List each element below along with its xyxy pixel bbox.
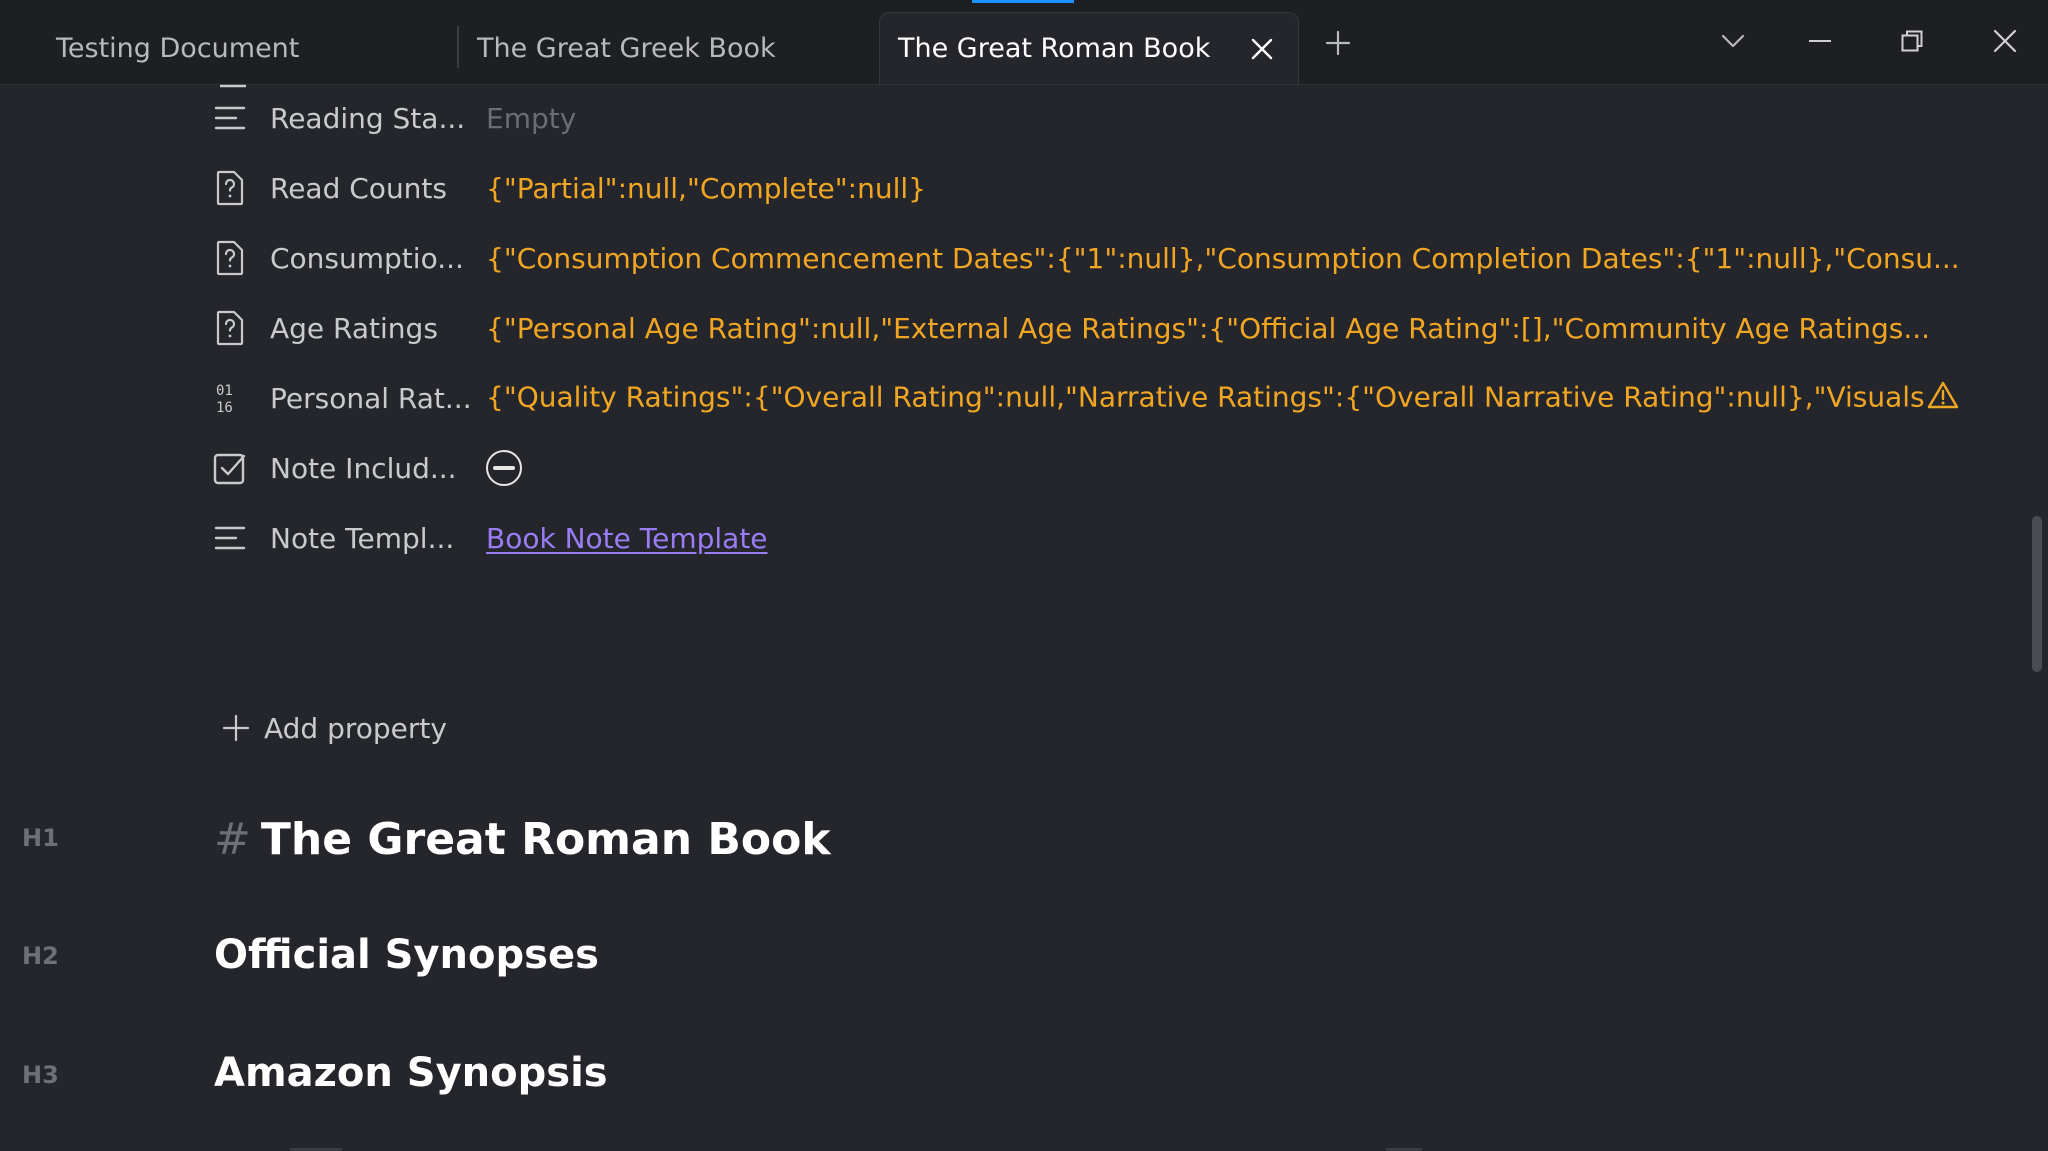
tab-label: Testing Document	[56, 32, 300, 64]
lines-icon	[210, 518, 250, 558]
property-value-text: {"Quality Ratings":{"Overall Rating":nul…	[486, 380, 1925, 413]
property-value[interactable]: {"Quality Ratings":{"Overall Rating":nul…	[486, 380, 1959, 417]
checkbox-icon	[210, 448, 250, 488]
lines-icon	[210, 98, 250, 138]
property-key[interactable]: Personal Rat...	[270, 382, 486, 415]
property-key[interactable]: Read Counts	[270, 172, 486, 205]
property-key[interactable]: Note Includ...	[270, 452, 486, 485]
property-consumption[interactable]: Consumptio... {"Consumption Commencement…	[210, 228, 1960, 288]
note-template-link[interactable]: Book Note Template	[486, 522, 768, 555]
property-reading-status[interactable]: Reading Sta... Empty	[210, 88, 576, 148]
heading-h3[interactable]: Amazon Synopsis	[214, 1050, 608, 1096]
heading-h1[interactable]: # The Great Roman Book	[214, 814, 831, 865]
property-value[interactable]: {"Personal Age Rating":null,"External Ag…	[486, 312, 1930, 345]
close-tab-icon[interactable]	[1242, 29, 1282, 69]
add-property-button[interactable]: Add property	[222, 702, 447, 754]
property-note-template[interactable]: Note Templ... Book Note Template	[210, 508, 768, 568]
property-key[interactable]: Consumptio...	[270, 242, 486, 275]
tab-great-greek-book[interactable]: The Great Greek Book	[459, 12, 877, 84]
unknown-type-icon	[210, 238, 250, 278]
number-icon: 01 16	[210, 378, 250, 418]
tab-label: The Great Roman Book	[898, 33, 1211, 64]
new-tab-icon[interactable]	[1318, 20, 1358, 66]
tab-great-roman-book[interactable]: The Great Roman Book	[879, 12, 1299, 84]
property-note-included[interactable]: Note Includ...	[210, 438, 522, 498]
property-key[interactable]: Age Ratings	[270, 312, 486, 345]
tab-label: The Great Greek Book	[477, 32, 776, 64]
heading-level-label: H1	[22, 824, 59, 852]
indeterminate-checkbox[interactable]	[486, 450, 522, 486]
warning-icon	[1927, 380, 1959, 417]
add-property-label: Add property	[264, 711, 447, 745]
heading-text: Amazon Synopsis	[214, 1050, 608, 1096]
svg-text:16: 16	[216, 400, 233, 415]
property-key[interactable]: Reading Sta...	[270, 102, 486, 135]
close-window-icon[interactable]	[1980, 18, 2030, 64]
unknown-type-icon	[210, 308, 250, 348]
vertical-scrollbar[interactable]	[2032, 516, 2042, 672]
tab-bar: Testing Document The Great Greek Book Th…	[0, 0, 2048, 85]
plus-icon	[222, 714, 250, 742]
heading-text: Official Synopses	[214, 932, 599, 978]
heading-marker: #	[214, 814, 251, 865]
svg-text:01: 01	[216, 383, 233, 399]
drag-accent	[972, 0, 1074, 3]
heading-level-label: H2	[22, 942, 59, 970]
property-value[interactable]: Empty	[486, 102, 576, 135]
heading-level-label: H3	[22, 1061, 59, 1089]
property-value[interactable]: {"Consumption Commencement Dates":{"1":n…	[486, 242, 1960, 275]
restore-icon[interactable]	[1887, 18, 1937, 64]
app-window: Testing Document The Great Greek Book Th…	[0, 0, 2048, 1151]
heading-h2[interactable]: Official Synopses	[214, 932, 599, 978]
chevron-down-icon[interactable]	[1708, 18, 1758, 64]
minimize-icon[interactable]	[1795, 18, 1845, 64]
property-value[interactable]: {"Partial":null,"Complete":null}	[486, 172, 926, 205]
unknown-type-icon	[210, 168, 250, 208]
property-key[interactable]: Note Templ...	[270, 522, 486, 555]
property-personal-ratings[interactable]: 01 16 Personal Rat... {"Quality Ratings"…	[210, 368, 1959, 428]
property-age-ratings[interactable]: Age Ratings {"Personal Age Rating":null,…	[210, 298, 1930, 358]
heading-text: The Great Roman Book	[260, 814, 831, 865]
property-read-counts[interactable]: Read Counts {"Partial":null,"Complete":n…	[210, 158, 926, 218]
